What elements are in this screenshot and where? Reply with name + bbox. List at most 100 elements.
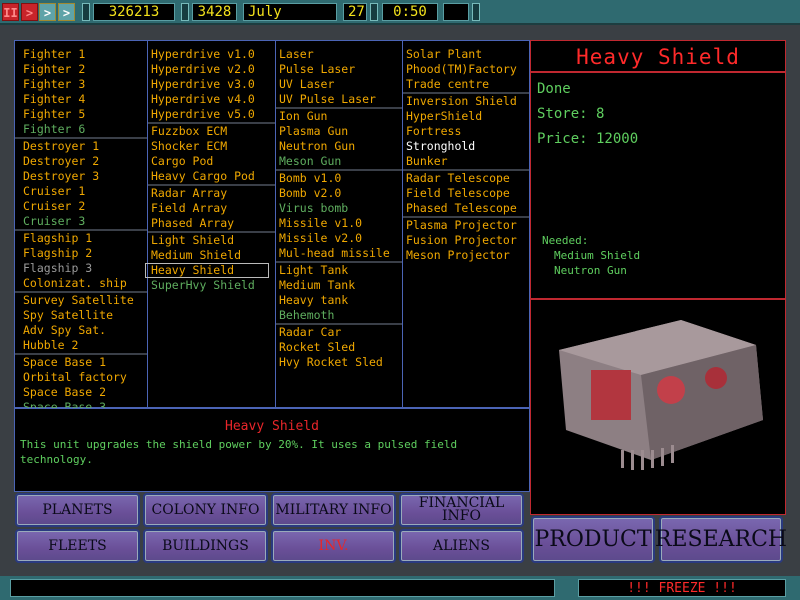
faster-forward-button[interactable]: > — [58, 3, 75, 21]
list-item[interactable]: Spy Satellite — [23, 308, 147, 323]
list-item[interactable]: Heavy Cargo Pod — [151, 169, 275, 184]
list-item[interactable]: Fighter 1 — [23, 47, 147, 62]
list-item[interactable]: Hyperdrive v4.0 — [151, 92, 275, 107]
list-item[interactable]: Ion Gun — [279, 109, 402, 124]
list-item[interactable]: Plasma Gun — [279, 124, 402, 139]
list-item[interactable]: Radar Car — [279, 325, 402, 340]
list-item[interactable]: Radar Array — [151, 186, 275, 201]
list-group: Space Base 1 Orbital factory Space Base 2S… — [15, 355, 147, 415]
list-item[interactable]: Light Tank — [279, 263, 402, 278]
research-button[interactable]: RESEARCH — [655, 516, 787, 563]
list-item[interactable]: Mul-head missile — [279, 246, 402, 261]
needed-item: Neutron Gun — [554, 264, 627, 277]
list-item[interactable]: Space Base 1 — [23, 355, 147, 370]
play-button[interactable]: > — [21, 3, 38, 21]
list-item[interactable]: Heavy tank — [279, 293, 402, 308]
list-item[interactable]: Hyperdrive v1.0 — [151, 47, 275, 62]
nav-button-planets[interactable]: PLANETS — [15, 493, 140, 527]
list-item[interactable]: Cargo Pod — [151, 154, 275, 169]
list-item[interactable]: Fighter 5 — [23, 107, 147, 122]
list-item[interactable]: Cruiser 3 — [23, 214, 147, 229]
list-item[interactable]: Flagship 1 — [23, 231, 147, 246]
list-group: Plasma Projector Fusion Projector Meson Pr… — [403, 218, 529, 263]
list-item[interactable]: Fuzzbox ECM — [151, 124, 275, 139]
list-item[interactable]: Phood(TM)Factory — [406, 62, 529, 77]
list-item[interactable]: Fortress — [406, 124, 529, 139]
list-item[interactable]: Cruiser 2 — [23, 199, 147, 214]
list-item[interactable]: Virus bomb — [279, 201, 402, 216]
list-item[interactable]: HyperShield — [406, 109, 529, 124]
list-item[interactable]: Flagship 2 — [23, 246, 147, 261]
list-item[interactable]: Space Base 2 — [23, 385, 147, 400]
nav-button-fleets[interactable]: FLEETS — [15, 529, 140, 563]
list-group: Fuzzbox ECM Shocker ECM Cargo Pod Heavy Car… — [148, 124, 275, 186]
list-item[interactable]: Bomb v2.0 — [279, 186, 402, 201]
list-item[interactable]: Missile v1.0 — [279, 216, 402, 231]
nav-button-aliens[interactable]: ALIENS — [399, 529, 524, 563]
list-item[interactable]: UV Pulse Laser — [279, 92, 402, 107]
list-item[interactable]: Laser — [279, 47, 402, 62]
list-item[interactable]: Phased Array — [151, 216, 275, 231]
list-item[interactable]: Adv Spy Sat. — [23, 323, 147, 338]
list-item[interactable]: Flagship 3 — [23, 261, 147, 276]
list-group: Radar Telescope Field Telescope Phased Tel… — [403, 171, 529, 218]
list-item[interactable]: Hubble 2 — [23, 338, 147, 353]
list-item[interactable]: Neutron Gun — [279, 139, 402, 154]
list-item[interactable]: Fighter 3 — [23, 77, 147, 92]
list-item[interactable]: Phased Telescope — [406, 201, 529, 216]
list-item[interactable]: Hyperdrive v3.0 — [151, 77, 275, 92]
freeze-indicator[interactable]: !!! FREEZE !!! — [578, 579, 786, 597]
list-item[interactable]: Cruiser 1 — [23, 184, 147, 199]
list-item[interactable]: Meson Gun — [279, 154, 402, 169]
list-item[interactable]: Missile v2.0 — [279, 231, 402, 246]
list-item[interactable]: Plasma Projector — [406, 218, 529, 233]
list-group: Flagship 1 Flagship 2 Flagship 3 Colonizat.… — [15, 231, 147, 293]
list-item[interactable]: Fusion Projector — [406, 233, 529, 248]
list-item[interactable]: Stronghold — [406, 139, 529, 154]
list-item[interactable]: Shocker ECM — [151, 139, 275, 154]
fast-forward-button[interactable]: > — [39, 3, 56, 21]
nav-button-colony-info[interactable]: COLONY INFO — [143, 493, 268, 527]
list-item[interactable]: Destroyer 3 — [23, 169, 147, 184]
nav-button-military-info[interactable]: MILITARY INFO — [271, 493, 396, 527]
list-item[interactable]: Colonizat. ship — [23, 276, 147, 291]
nav-button-buildings[interactable]: BUILDINGS — [143, 529, 268, 563]
list-item[interactable]: Field Array — [151, 201, 275, 216]
list-item[interactable]: Survey Satellite — [23, 293, 147, 308]
list-item[interactable]: Trade centre — [406, 77, 529, 92]
list-item[interactable]: Fighter 2 — [23, 62, 147, 77]
list-item[interactable]: Pulse Laser — [279, 62, 402, 77]
list-item[interactable]: Fighter 4 — [23, 92, 147, 107]
list-item[interactable]: Behemoth — [279, 308, 402, 323]
list-item[interactable]: Destroyer 1 — [23, 139, 147, 154]
list-item[interactable]: SuperHvy Shield — [151, 278, 275, 293]
status-bar: !!! FREEZE !!! — [0, 576, 800, 600]
pause-button[interactable]: II — [2, 3, 19, 21]
list-item[interactable]: Bunker — [406, 154, 529, 169]
list-item[interactable]: Heavy Shield — [145, 263, 269, 278]
list-item[interactable]: UV Laser — [279, 77, 402, 92]
list-item[interactable]: Bomb v1.0 — [279, 171, 402, 186]
list-item[interactable]: Inversion Shield — [406, 94, 529, 109]
list-item[interactable]: Fighter 6 — [23, 122, 147, 137]
list-item[interactable]: Hvy Rocket Sled — [279, 355, 402, 370]
list-item[interactable]: Solar Plant — [406, 47, 529, 62]
list-item[interactable]: Radar Telescope — [406, 171, 529, 186]
list-item[interactable]: Destroyer 2 — [23, 154, 147, 169]
item-image — [559, 320, 763, 470]
list-item[interactable]: Orbital factory — [23, 370, 147, 385]
list-item[interactable]: Rocket Sled — [279, 340, 402, 355]
list-group: Light Tank Medium Tank Heavy tank Behemoth — [276, 263, 402, 325]
list-item[interactable]: Meson Projector — [406, 248, 529, 263]
detail-title: Heavy Shield — [531, 41, 785, 73]
list-item[interactable]: Medium Shield — [151, 248, 275, 263]
list-item[interactable]: Hyperdrive v2.0 — [151, 62, 275, 77]
list-item[interactable]: Hyperdrive v5.0 — [151, 107, 275, 122]
list-item[interactable]: Field Telescope — [406, 186, 529, 201]
product-button[interactable]: PRODUCT — [531, 516, 655, 563]
nav-button-financial-info[interactable]: FINANCIAL INFO — [399, 493, 524, 527]
list-group: Bomb v1.0 Bomb v2.0 Virus bomb Missile v1.0… — [276, 171, 402, 263]
nav-button-inv[interactable]: INV. — [271, 529, 396, 563]
list-item[interactable]: Medium Tank — [279, 278, 402, 293]
list-item[interactable]: Light Shield — [151, 233, 275, 248]
